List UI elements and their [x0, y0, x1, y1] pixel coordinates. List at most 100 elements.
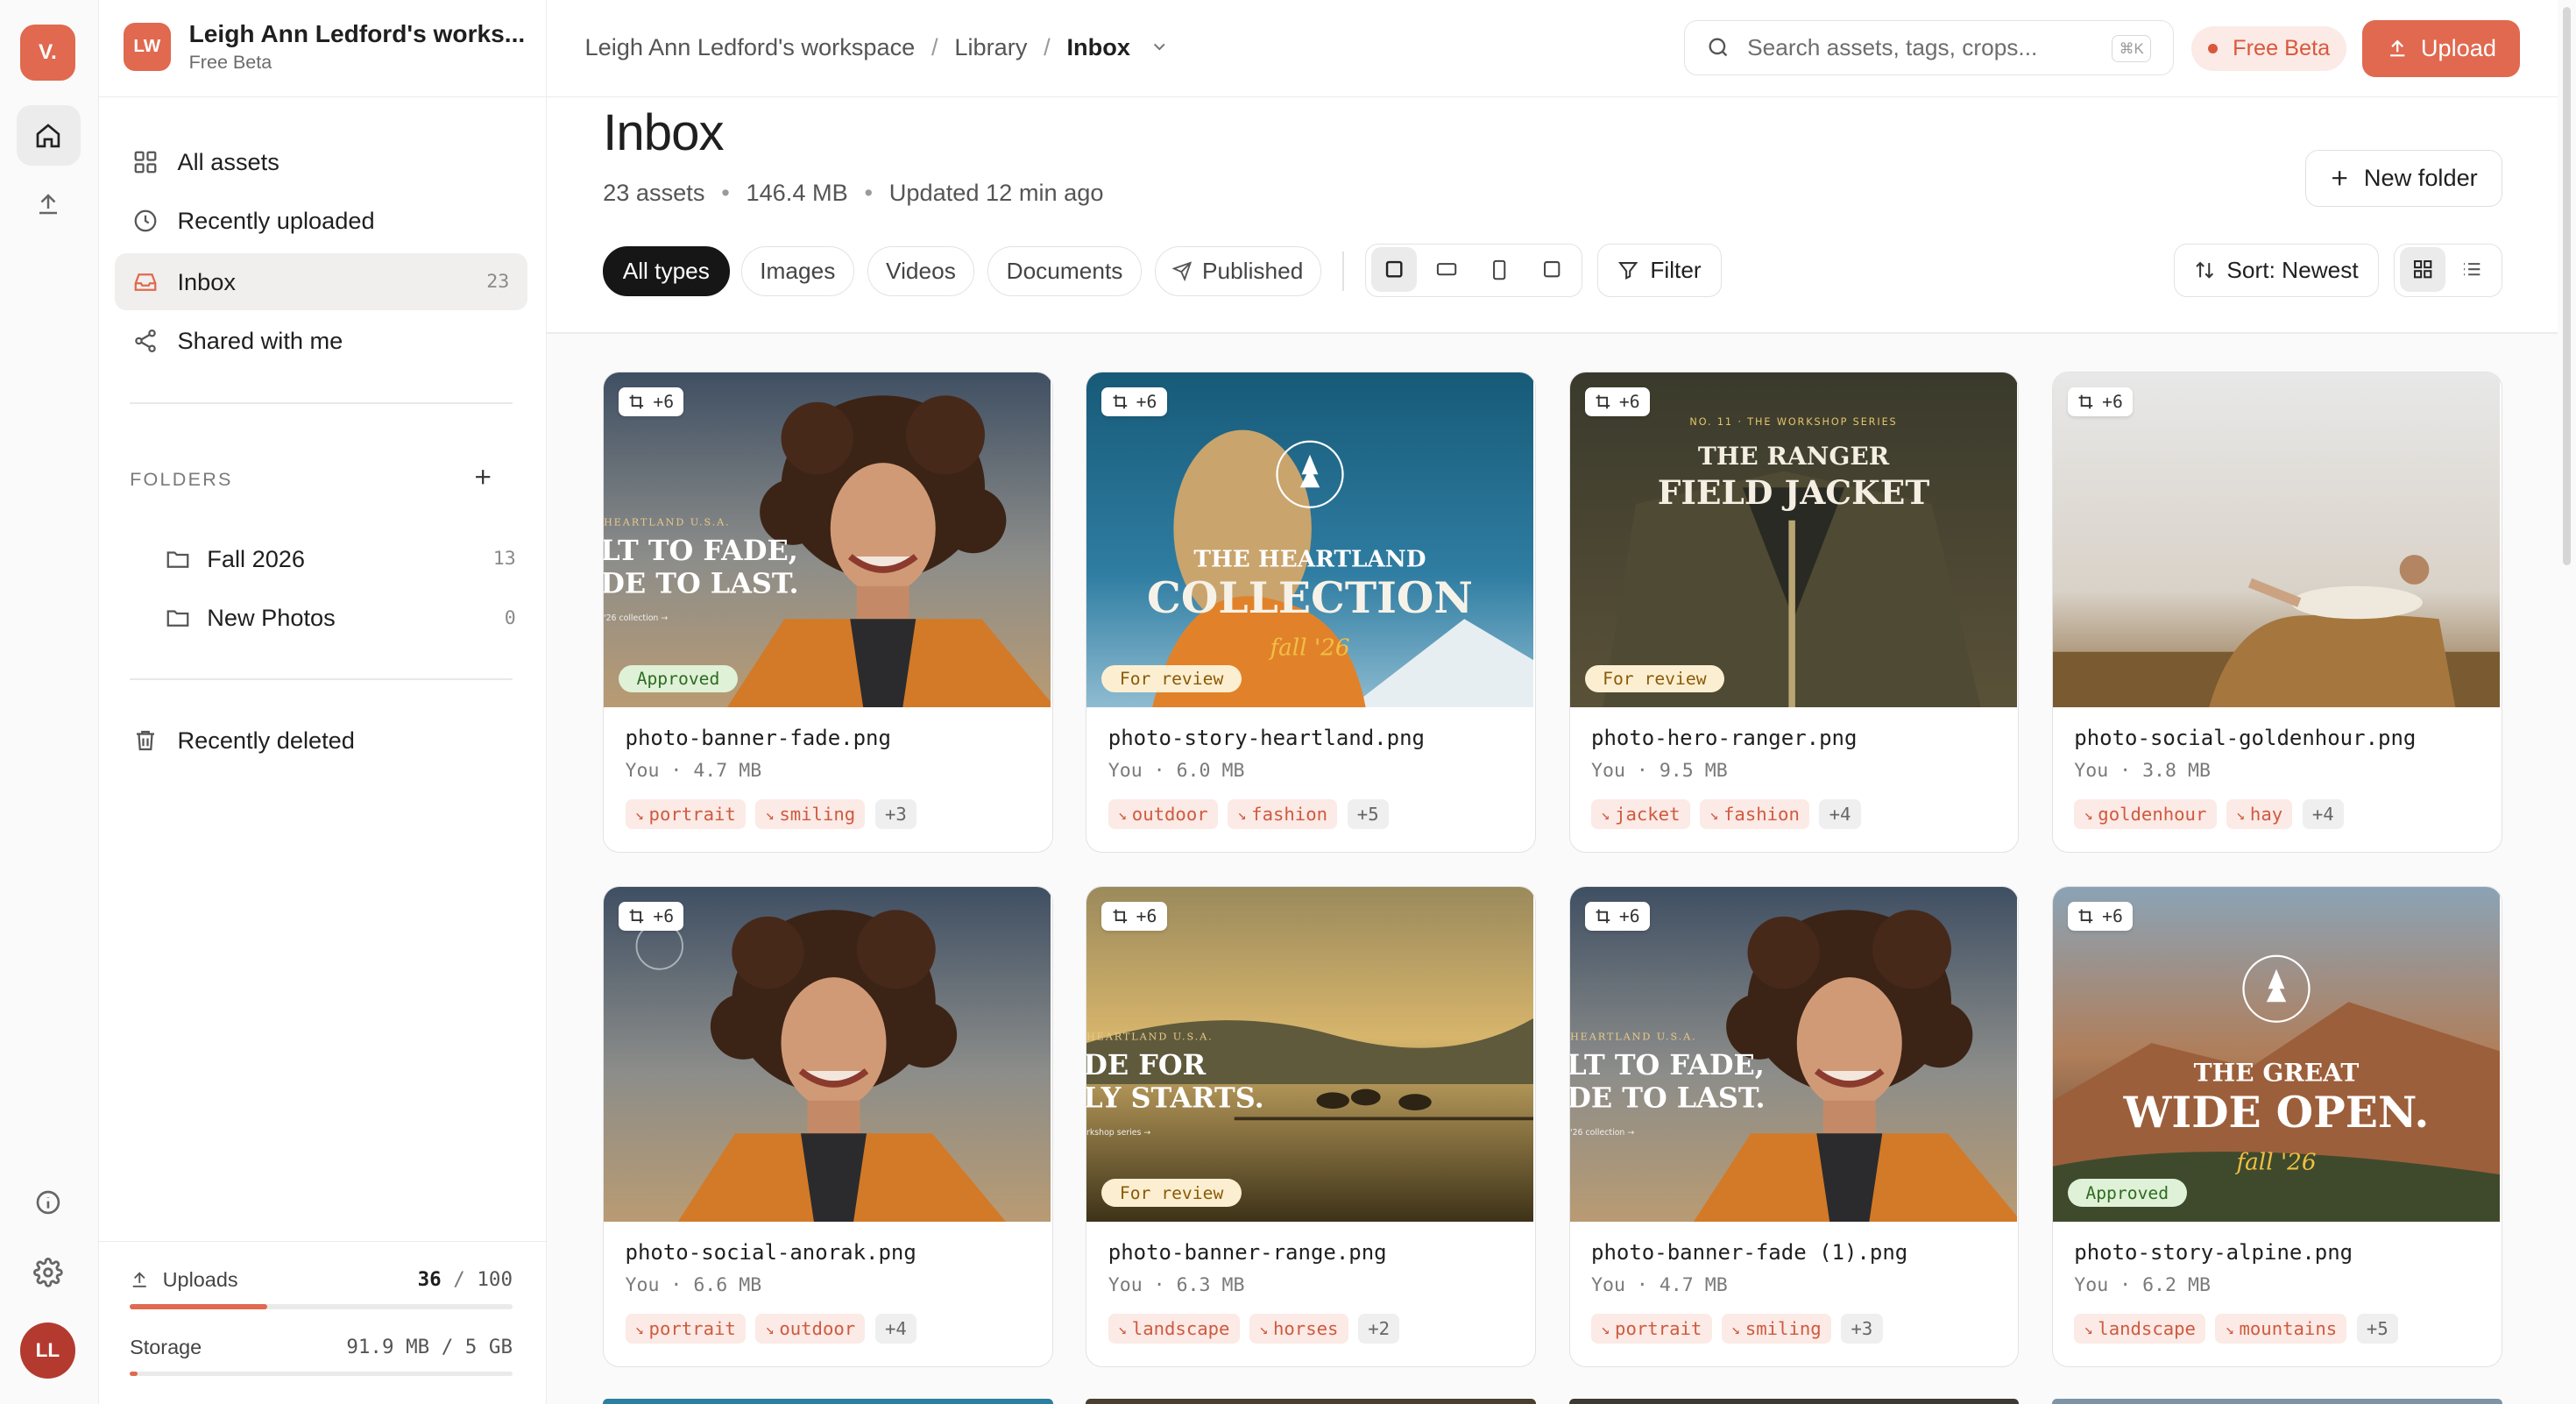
breadcrumb-current[interactable]: Inbox: [1066, 33, 1129, 61]
tag-chip[interactable]: ↘ portrait: [625, 799, 747, 829]
asset-card[interactable]: +6 photo-social-goldenhour.png You · 3.8…: [2051, 371, 2502, 854]
workspace-switcher[interactable]: LW Leigh Ann Ledford's works... Free Bet…: [98, 0, 548, 97]
tag-chip[interactable]: ↘ jacket: [1591, 799, 1690, 829]
tag-chip[interactable]: ↘ fashion: [1228, 799, 1338, 829]
asset-thumbnail[interactable]: +6: [2052, 372, 2500, 708]
tag-chip[interactable]: ↘ outdoor: [755, 1314, 866, 1344]
asset-card[interactable]: THE GREAT WIDE OPEN. fall '26 +6 Approve…: [2051, 885, 2502, 1367]
tag-chip[interactable]: ↘ hay: [2226, 799, 2293, 829]
svg-text:NO. 11 · THE WORKSHOP SERIES: NO. 11 · THE WORKSHOP SERIES: [1689, 416, 1897, 428]
grid-view-button[interactable]: [2399, 247, 2445, 292]
tag-chip[interactable]: ↘ landscape: [1108, 1314, 1240, 1344]
asset-thumbnail[interactable]: +6: [604, 886, 1051, 1223]
tag-chip[interactable]: ↘ goldenhour: [2074, 799, 2217, 829]
asset-card[interactable]: THE HEARTLAND COLLECTION fall '26 +6 For…: [1086, 371, 1537, 854]
chevron-down-icon[interactable]: [1150, 37, 1170, 57]
sidebar: LW Leigh Ann Ledford's works... Free Bet…: [98, 0, 548, 1404]
user-avatar[interactable]: LL: [19, 1322, 76, 1379]
more-tags-chip[interactable]: +4: [1819, 799, 1861, 829]
asset-tags: ↘ landscape ↘ horses +2: [1108, 1314, 1400, 1344]
asset-thumbnail[interactable]: HEARTLAND U.S.A. LT TO FADE, DE TO LAST.…: [1569, 886, 2017, 1223]
app-logo[interactable]: V.: [19, 25, 76, 81]
thumbnail-image: NO. 11 · THE WORKSHOP SERIES THE RANGER …: [1569, 372, 2017, 708]
tag-chip[interactable]: ↘ smiling: [755, 799, 866, 829]
upload-nav-button[interactable]: [17, 174, 81, 235]
tag-chip[interactable]: ↘ portrait: [625, 1314, 747, 1344]
sidebar-item-shared[interactable]: Shared with me: [115, 312, 527, 370]
filter-documents[interactable]: Documents: [987, 246, 1143, 296]
folders-heading: FOLDERS: [130, 468, 233, 491]
tag-icon: ↘: [1709, 805, 1719, 824]
tag-chip[interactable]: ↘ outdoor: [1108, 799, 1218, 829]
info-button[interactable]: [17, 1172, 81, 1232]
tag-chip[interactable]: ↘ portrait: [1591, 1314, 1712, 1344]
more-tags-chip[interactable]: +3: [1841, 1314, 1883, 1344]
asset-thumbnail[interactable]: HEARTLAND U.S.A. LT TO FADE, DE TO LAST.…: [604, 372, 1051, 708]
asset-thumbnail[interactable]: NO. 11 · THE WORKSHOP SERIES THE RANGER …: [1569, 372, 2017, 708]
sidebar-item-recently-uploaded[interactable]: Recently uploaded: [115, 192, 527, 250]
asset-filename[interactable]: photo-banner-range.png: [1108, 1240, 1387, 1265]
asset-filename[interactable]: photo-hero-ranger.png: [1591, 726, 1857, 750]
asset-thumbnail[interactable]: THE HEARTLAND COLLECTION fall '26 +6 For…: [1086, 372, 1534, 708]
tag-chip[interactable]: ↘ mountains: [2215, 1314, 2347, 1344]
tag-label: goldenhour: [2098, 804, 2207, 826]
tag-label: portrait: [648, 1318, 736, 1339]
tag-chip[interactable]: ↘ smiling: [1721, 1314, 1831, 1344]
asset-filename[interactable]: photo-story-alpine.png: [2074, 1240, 2353, 1265]
aspect-ratio-group: [1365, 243, 1582, 298]
asset-filename[interactable]: photo-banner-fade (1).png: [1591, 1240, 1907, 1265]
asset-filename[interactable]: photo-social-goldenhour.png: [2074, 726, 2416, 750]
crop-count: +6: [1618, 905, 1640, 926]
more-tags-chip[interactable]: +5: [2356, 1314, 2398, 1344]
filter-images[interactable]: Images: [740, 246, 854, 296]
sidebar-item-recently-deleted[interactable]: Recently deleted: [115, 712, 527, 769]
filter-videos[interactable]: Videos: [867, 246, 974, 296]
upload-button[interactable]: Upload: [2362, 19, 2521, 78]
aspect-free-button[interactable]: [1529, 247, 1575, 292]
asset-filename[interactable]: photo-story-heartland.png: [1108, 726, 1425, 750]
sidebar-item-all-assets[interactable]: All assets: [115, 133, 527, 191]
list-view-button[interactable]: [2449, 247, 2495, 292]
page-scrollbar[interactable]: [2558, 0, 2576, 1404]
asset-card[interactable]: NO. 11 · THE WORKSHOP SERIES THE RANGER …: [1568, 371, 2020, 854]
sidebar-item-inbox[interactable]: Inbox 23: [115, 252, 527, 311]
more-tags-chip[interactable]: +4: [874, 1314, 917, 1344]
folder-fall-2026[interactable]: Fall 2026 13: [165, 534, 516, 583]
page-title: Inbox: [603, 104, 724, 162]
settings-button[interactable]: [17, 1243, 81, 1303]
more-tags-chip[interactable]: +4: [2302, 799, 2344, 829]
asset-card[interactable]: HEARTLAND U.S.A. DE FOR LY STARTS. rksho…: [1086, 885, 1537, 1367]
asset-filename[interactable]: photo-banner-fade.png: [626, 726, 891, 750]
folder-new-photos[interactable]: New Photos 0: [165, 593, 516, 642]
filter-published[interactable]: Published: [1155, 246, 1321, 296]
asset-filename[interactable]: photo-social-anorak.png: [626, 1240, 916, 1265]
tag-label: smiling: [1744, 1318, 1822, 1339]
sort-button[interactable]: Sort: Newest: [2173, 243, 2379, 298]
more-tags-chip[interactable]: +3: [874, 799, 917, 829]
asset-card[interactable]: HEARTLAND U.S.A. LT TO FADE, DE TO LAST.…: [603, 371, 1053, 854]
home-button[interactable]: [16, 105, 81, 167]
tag-icon: ↘: [1118, 1320, 1128, 1337]
add-folder-button[interactable]: [470, 464, 496, 490]
tag-chip[interactable]: ↘ horses: [1249, 1314, 1348, 1344]
breadcrumb-workspace[interactable]: Leigh Ann Ledford's workspace: [585, 33, 916, 61]
search-input[interactable]: [1747, 33, 2092, 61]
aspect-portrait-button[interactable]: [1476, 247, 1523, 292]
filter-button[interactable]: Filter: [1596, 243, 1722, 298]
asset-card[interactable]: HEARTLAND U.S.A. LT TO FADE, DE TO LAST.…: [1568, 885, 2020, 1367]
more-tags-chip[interactable]: +2: [1357, 1314, 1400, 1344]
breadcrumb-library[interactable]: Library: [954, 33, 1027, 61]
tag-icon: ↘: [1237, 805, 1247, 824]
aspect-landscape-button[interactable]: [1424, 247, 1470, 292]
more-tags-chip[interactable]: +5: [1347, 799, 1389, 829]
aspect-square-button[interactable]: [1370, 247, 1418, 292]
tag-chip[interactable]: ↘ fashion: [1699, 799, 1810, 829]
search-box[interactable]: ⌘K: [1683, 19, 2174, 76]
tag-chip[interactable]: ↘ landscape: [2074, 1314, 2206, 1344]
asset-thumbnail[interactable]: HEARTLAND U.S.A. DE FOR LY STARTS. rksho…: [1086, 886, 1534, 1223]
asset-thumbnail[interactable]: THE GREAT WIDE OPEN. fall '26 +6 Approve…: [2052, 886, 2500, 1223]
filter-all-types[interactable]: All types: [603, 246, 730, 296]
asset-card[interactable]: +6 photo-social-anorak.png You · 6.6 MB …: [603, 885, 1053, 1367]
scrollbar-thumb[interactable]: [2563, 6, 2572, 565]
new-folder-button[interactable]: New folder: [2304, 149, 2502, 208]
